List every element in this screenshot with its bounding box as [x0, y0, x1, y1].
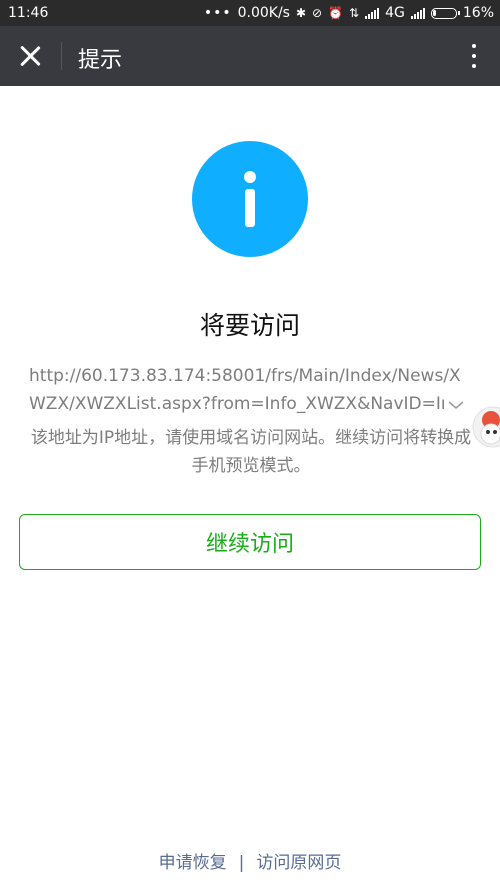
visit-original-link[interactable]: 访问原网页: [256, 853, 341, 873]
network-type: 4G: [385, 5, 405, 21]
target-url: http://60.173.83.174:58001/frs/Main/Inde…: [29, 366, 468, 414]
info-icon: [192, 141, 308, 257]
request-restore-link[interactable]: 申请恢复: [159, 853, 227, 873]
battery-icon: [430, 7, 460, 19]
status-time: 11:46: [8, 5, 49, 21]
ip-warning-text: 该地址为IP地址，请使用域名访问网站。继续访问将转换成手机预览模式。: [30, 428, 472, 476]
alarm-icon: ⏰: [328, 6, 344, 20]
mute-icon: ⊘: [312, 6, 323, 20]
chevron-down-icon[interactable]: [444, 393, 468, 417]
signal-icon-2: [410, 7, 425, 19]
footer-links: 申请恢复 | 访问原网页: [0, 848, 500, 873]
title-bar: 提示: [0, 26, 500, 86]
status-speed: 0.00K/s: [237, 5, 290, 21]
floating-assistant-icon[interactable]: [471, 396, 500, 458]
signal-icon: [365, 7, 380, 19]
close-icon[interactable]: [14, 40, 46, 72]
status-bar: 11:46 ••• 0.00K/s ✱ ⊘ ⏰ ⇅ 4G 16%: [0, 0, 500, 26]
footer-separator: |: [238, 853, 245, 873]
bluetooth-icon: ✱: [295, 6, 307, 20]
more-options-icon[interactable]: [462, 40, 486, 72]
page-title: 提示: [78, 48, 123, 73]
status-dots: •••: [203, 5, 232, 21]
warning-heading: 将要访问: [199, 311, 300, 340]
battery-percent: 16%: [462, 5, 494, 21]
data-transfer-icon: ⇅: [349, 6, 360, 20]
status-icons: ••• 0.00K/s ✱ ⊘ ⏰ ⇅ 4G 16%: [204, 5, 494, 21]
continue-visit-button[interactable]: 继续访问: [19, 514, 481, 570]
title-divider: [61, 42, 62, 70]
